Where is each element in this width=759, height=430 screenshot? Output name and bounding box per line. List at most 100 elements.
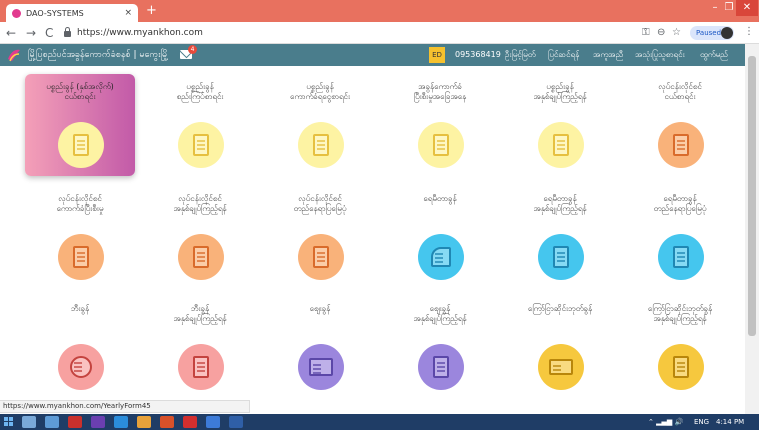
- module-card[interactable]: ဈေးခွန်: [265, 296, 375, 398]
- scrollbar-thumb[interactable]: [748, 56, 756, 336]
- page-scrollbar[interactable]: [745, 44, 759, 414]
- browser-tab[interactable]: DAO-SYSTEMS ×: [6, 4, 138, 22]
- mail-count-badge: 4: [188, 45, 197, 54]
- taskbar-app-icon[interactable]: [206, 416, 220, 428]
- taskbar-app-icon[interactable]: [160, 416, 174, 428]
- window-maximize-button[interactable]: ❐: [722, 0, 736, 16]
- link-status-bar: https://www.myankhon.com/YearlyForm45: [0, 400, 250, 413]
- module-card[interactable]: ပစ္စည်းခွန် စည်းကြပ်စာရင်း: [145, 74, 255, 176]
- module-card[interactable]: ပစ္စည်းခွန် ကောက်ခံရငွေစာရင်း: [265, 74, 375, 176]
- module-card-label: လုပ်ငန်းလိုင်စင် ငယ်စာရင်း: [658, 82, 702, 101]
- module-card-label: ဘီးခွန် အနှစ်ချုပ်ကြည့်ရန်: [173, 304, 227, 323]
- profile-status: Paused: [696, 29, 722, 37]
- module-card[interactable]: လုပ်ငန်းလိုင်စင် တည်နေရာပြမြေပုံ: [265, 186, 375, 288]
- taskbar-app-icon[interactable]: [114, 416, 128, 428]
- location-document-icon: [658, 234, 704, 280]
- document-stamp-icon: [178, 122, 224, 168]
- document-glyph: [73, 246, 89, 268]
- taskbar-app-icon[interactable]: [68, 416, 82, 428]
- nav-link-edit[interactable]: ပြင်ဆင်ရန်: [548, 49, 579, 61]
- site-title[interactable]: မြို့ပြစည်ပင်အခွန်ကောက်ခံစနစ် | မကွေးမြိ…: [28, 49, 169, 62]
- zoom-icon[interactable]: ⊖: [657, 27, 665, 39]
- module-card[interactable]: ဘီးခွန်: [25, 296, 135, 398]
- nav-link-help[interactable]: အကူအညီ: [593, 49, 623, 61]
- document-glyph: [553, 246, 569, 268]
- module-card[interactable]: ပစ္စည်းခွန် အနှစ်ချုပ်ကြည့်ရန်: [505, 74, 615, 176]
- ad-board-icon: [538, 344, 584, 390]
- water-tap-icon: [418, 234, 464, 280]
- back-icon[interactable]: ←: [6, 25, 16, 41]
- module-card[interactable]: ရေမီတာခွန်: [385, 186, 495, 288]
- module-card-label: ကြော်ငြာဆိုင်းဘုတ်ခွန် အနှစ်ချုပ်ကြည့်ရန…: [647, 304, 713, 323]
- module-card[interactable]: လုပ်ငန်းလိုင်စင် ကောက်ခံပြီးစီးမှု: [25, 186, 135, 288]
- document-glyph: [549, 359, 573, 375]
- language-indicator[interactable]: ENG: [694, 418, 709, 426]
- document-glyph: [553, 134, 569, 156]
- license-search-icon: [658, 122, 704, 168]
- key-icon[interactable]: ⚿: [642, 27, 650, 39]
- taskbar-app-icon[interactable]: [183, 416, 197, 428]
- status-url: https://www.myankhon.com/YearlyForm45: [3, 402, 151, 410]
- document-glyph: [193, 246, 209, 268]
- forward-icon[interactable]: →: [26, 25, 36, 41]
- location-document-icon: [298, 234, 344, 280]
- lock-icon: [64, 27, 71, 37]
- user-initials-chip[interactable]: ED: [429, 47, 445, 63]
- window-minimize-button[interactable]: –: [708, 0, 722, 16]
- nav-link-user[interactable]: ဦးမြင့်မြတ်: [505, 49, 536, 61]
- os-taskbar: ⌃ ▂▄▆ 🔊 ENG 4:14 PM: [0, 414, 759, 430]
- document-glyph: [313, 246, 329, 268]
- document-list-icon: [58, 122, 104, 168]
- taskbar-app-icon[interactable]: [91, 416, 105, 428]
- new-tab-button[interactable]: +: [146, 3, 157, 19]
- windows-start-icon[interactable]: [4, 417, 14, 427]
- module-card[interactable]: အခွန်ကောက်ခံ ပြီးစီးမှုအခြေအနေ: [385, 74, 495, 176]
- browser-tab-bar: DAO-SYSTEMS × + – ❐ ✕: [0, 0, 759, 22]
- profile-button[interactable]: Paused: [690, 26, 734, 40]
- module-card-label: အခွန်ကောက်ခံ ပြီးစီးမှုအခြေအနေ: [413, 82, 467, 101]
- nav-link-users-list[interactable]: အသုံးပြုသူစာရင်း: [635, 49, 685, 61]
- address-bar[interactable]: https://www.myankhon.com: [64, 25, 624, 41]
- avatar: [721, 27, 733, 39]
- site-header: မြို့ပြစည်ပင်အခွန်ကောက်ခံစနစ် | မကွေးမြိ…: [0, 44, 745, 66]
- module-card-label: လုပ်ငန်းလိုင်စင် အနှစ်ချုပ်ကြည့်ရန်: [173, 194, 227, 213]
- bookmark-star-icon[interactable]: ☆: [672, 27, 681, 39]
- browser-menu-icon[interactable]: ⋮: [744, 26, 754, 38]
- module-card[interactable]: ဘီးခွန် အနှစ်ချုပ်ကြည့်ရန်: [145, 296, 255, 398]
- module-grid: ပစ္စည်းခွန် (နှစ်အလိုက်) ငယ်စာရင်း ပစ္စည်…: [0, 66, 745, 404]
- nav-link-logout[interactable]: ထွက်မည်: [700, 49, 728, 61]
- money-hand-icon: [298, 122, 344, 168]
- document-glyph: [673, 246, 689, 268]
- module-card[interactable]: လုပ်ငန်းလိုင်စင် အနှစ်ချုပ်ကြည့်ရန်: [145, 186, 255, 288]
- module-card[interactable]: ပစ္စည်းခွန် (နှစ်အလိုက်) ငယ်စာရင်း: [25, 74, 135, 176]
- module-card[interactable]: ဈေးခွန် အနှစ်ချုပ်ကြည့်ရန်: [385, 296, 495, 398]
- module-card-label: ပစ္စည်းခွန် စည်းကြပ်စာရင်း: [176, 82, 224, 101]
- taskbar-clock[interactable]: 4:14 PM: [716, 418, 744, 426]
- document-glyph: [193, 356, 209, 378]
- tab-title: DAO-SYSTEMS: [26, 8, 84, 18]
- module-card[interactable]: ရေမီတာခွန် တည်နေရာပြမြေပုံ: [625, 186, 735, 288]
- tab-close-icon[interactable]: ×: [124, 8, 132, 18]
- document-glyph: [673, 134, 689, 156]
- module-card-label: ကြော်ငြာဆိုင်းဘုတ်ခွန်: [527, 304, 593, 313]
- document-glyph: [673, 356, 689, 378]
- taskbar-app-icon[interactable]: [137, 416, 151, 428]
- module-card-label: လုပ်ငန်းလိုင်စင် တည်နေရာပြမြေပုံ: [293, 194, 347, 213]
- taskbar-app-icon[interactable]: [229, 416, 243, 428]
- reload-icon[interactable]: C: [45, 25, 53, 41]
- taskbar-app-icon[interactable]: [22, 416, 36, 428]
- module-card[interactable]: လုပ်ငန်းလိုင်စင် ငယ်စာရင်း: [625, 74, 735, 176]
- system-tray-icons[interactable]: ⌃ ▂▄▆ 🔊: [648, 418, 683, 426]
- taskbar-app-icon[interactable]: [45, 416, 59, 428]
- module-card[interactable]: ရေမီတာခွန် အနှစ်ချုပ်ကြည့်ရန်: [505, 186, 615, 288]
- calendar-document-icon: [418, 122, 464, 168]
- module-card-label: ရေမီတာခွန်: [423, 194, 457, 203]
- module-card-label: ရေမီတာခွန် အနှစ်ချုပ်ကြည့်ရန်: [533, 194, 587, 213]
- report-chart-icon: [538, 234, 584, 280]
- site-favicon-icon: [12, 8, 21, 18]
- module-card[interactable]: ကြော်ငြာဆိုင်းဘုတ်ခွန် အနှစ်ချုပ်ကြည့်ရန…: [625, 296, 735, 398]
- window-close-button[interactable]: ✕: [736, 0, 758, 16]
- module-card[interactable]: ကြော်ငြာဆိုင်းဘုတ်ခွန်: [505, 296, 615, 398]
- market-stall-icon: [298, 344, 344, 390]
- module-card-label: ဈေးခွန် အနှစ်ချုပ်ကြည့်ရန်: [413, 304, 467, 323]
